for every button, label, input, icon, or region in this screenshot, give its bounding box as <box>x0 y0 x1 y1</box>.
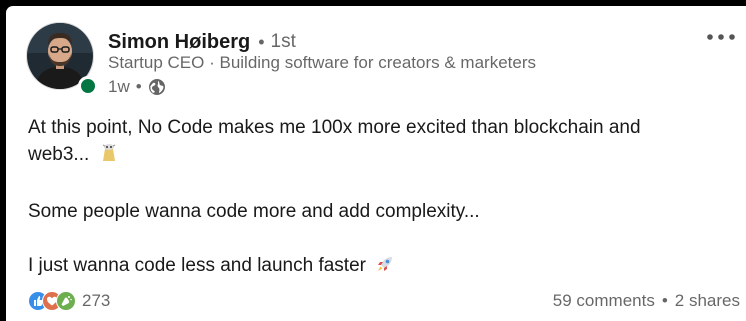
social-counts-bar: 273 59 comments • 2 shares <box>28 289 740 313</box>
post-line: At this point, No Code makes me 100x mor… <box>28 117 641 138</box>
ellipsis-icon <box>707 34 735 40</box>
comments-count-link[interactable]: 59 comments <box>553 291 655 311</box>
post-body: At this point, No Code makes me 100x mor… <box>28 114 718 282</box>
rocket-emoji <box>375 254 395 282</box>
post-meta: 1w • <box>108 76 166 98</box>
reaction-count: 273 <box>82 291 111 310</box>
engagement-counts: 59 comments • 2 shares <box>553 291 740 311</box>
globe-icon <box>148 79 165 95</box>
celebrate-icon <box>56 291 76 311</box>
avatar[interactable] <box>26 22 98 96</box>
online-status-badge <box>78 76 98 96</box>
degree-separator: • <box>258 31 265 52</box>
post-line-text: I just wanna code less and launch faster <box>28 255 372 276</box>
cow-bag-emoji <box>99 143 119 171</box>
author-row: Simon Høiberg • 1st <box>108 30 296 54</box>
post-line-with-emoji: web3... <box>28 141 718 171</box>
engagement-separator: • <box>661 291 668 310</box>
post-line <box>28 225 718 252</box>
post-card: Simon Høiberg • 1st Startup CEO · Buildi… <box>6 6 746 321</box>
post-line-text: web3... <box>28 144 95 165</box>
post-line <box>28 171 718 198</box>
reaction-icons <box>28 291 76 311</box>
shares-count-link[interactable]: 2 shares <box>675 291 740 311</box>
reactions-summary[interactable]: 273 <box>28 291 110 311</box>
post-line-with-emoji: I just wanna code less and launch faster <box>28 252 718 282</box>
more-options-button[interactable] <box>704 26 738 48</box>
post-age: 1w <box>108 77 130 96</box>
post-line: Some people wanna code more and add comp… <box>28 201 480 222</box>
author-name[interactable]: Simon Høiberg <box>108 31 250 54</box>
connection-degree: 1st <box>270 31 296 52</box>
meta-separator: • <box>135 77 142 96</box>
author-headline: Startup CEO · Building software for crea… <box>108 53 536 72</box>
